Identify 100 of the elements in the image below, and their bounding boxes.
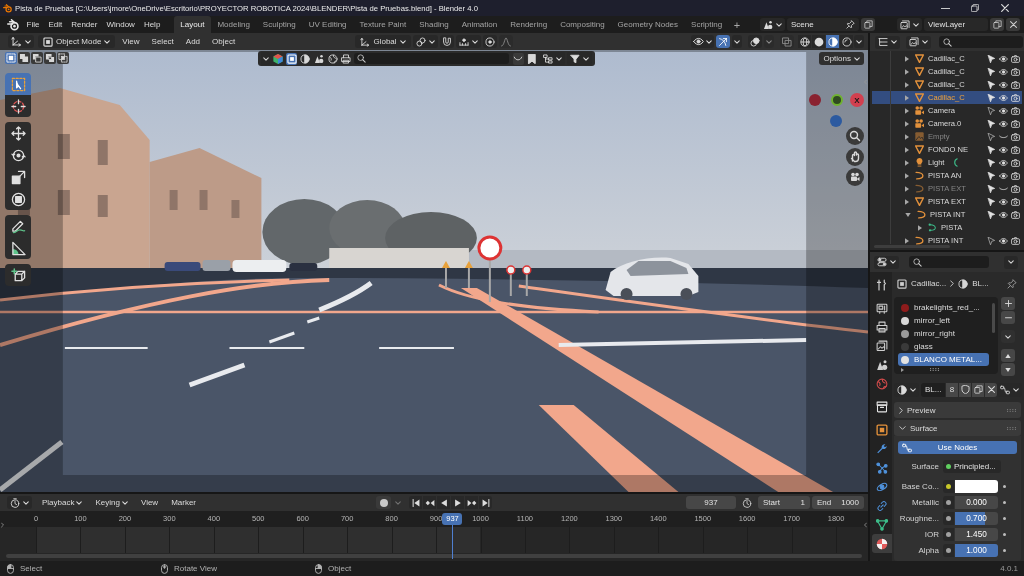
jump-end-button[interactable] [479, 496, 492, 509]
select-mode-button[interactable] [5, 52, 17, 64]
auto-key-toggle[interactable] [376, 496, 391, 509]
unlink-button[interactable] [985, 382, 997, 397]
slot-menu-button[interactable] [1001, 330, 1015, 344]
keyframe-dot-icon[interactable] [1003, 485, 1006, 488]
closed-eye-icon[interactable] [999, 184, 1008, 193]
menu-item[interactable]: Object [207, 35, 241, 48]
proportional-toggle[interactable] [482, 35, 497, 48]
material-name-field[interactable]: BL... [921, 382, 945, 397]
tool-button[interactable] [5, 215, 31, 237]
shading-mode-button[interactable] [840, 35, 853, 48]
orientation-dropdown[interactable]: Global [355, 35, 411, 48]
workspace-tab[interactable]: Scripting [684, 16, 729, 33]
panel-header[interactable]: Surface [894, 420, 1021, 436]
menu-item[interactable]: Edit [43, 20, 67, 29]
camera-icon[interactable] [1011, 184, 1020, 193]
move-down-button[interactable] [1001, 363, 1015, 377]
caret-icon[interactable] [395, 500, 401, 505]
pointer-icon[interactable] [987, 145, 996, 154]
eye-icon[interactable] [999, 210, 1008, 219]
material-slot[interactable]: mirror_right [898, 327, 989, 341]
number-field[interactable]: 0.000 [955, 496, 998, 509]
camera-icon[interactable] [1011, 171, 1020, 180]
material-slot[interactable]: BLANCO METAL... [898, 353, 989, 367]
triangle-right-icon[interactable] [905, 146, 909, 153]
use-nodes-button[interactable]: Use Nodes [898, 441, 1017, 454]
workspace-tab[interactable]: Texture Paint [353, 16, 413, 33]
triangle-right-icon[interactable] [918, 224, 922, 231]
camera-icon[interactable] [1011, 80, 1020, 89]
socket-button[interactable] [943, 480, 954, 493]
triangle-right-icon[interactable] [905, 185, 909, 192]
camera-icon[interactable] [1011, 197, 1020, 206]
filter-toggle[interactable] [285, 52, 298, 65]
socket-button[interactable] [943, 528, 954, 541]
eye-icon[interactable] [999, 158, 1008, 167]
axis-ring-icon[interactable] [831, 94, 843, 106]
workspace-tab[interactable]: Layout [173, 16, 211, 33]
fake-user-button[interactable] [959, 382, 971, 397]
pointer-icon[interactable] [987, 54, 996, 63]
hand-icon[interactable] [846, 148, 864, 166]
keyframe-dot-icon[interactable] [1003, 549, 1006, 552]
menu-item[interactable]: Help [139, 20, 165, 29]
eye-icon[interactable] [999, 197, 1008, 206]
number-field[interactable]: 1.450 [955, 528, 998, 541]
next-keyframe-button[interactable] [465, 496, 478, 509]
triangle-down-icon[interactable] [905, 212, 911, 217]
filter-dropdown[interactable] [566, 52, 592, 65]
remove-view-layer-button[interactable] [1006, 18, 1020, 31]
camera-icon[interactable] [1011, 54, 1020, 63]
filter-toggle[interactable] [272, 52, 284, 65]
camera-icon[interactable] [1011, 158, 1020, 167]
number-field[interactable]: 1.000 [955, 544, 998, 557]
pointer-icon[interactable] [987, 80, 996, 89]
camera-icon[interactable] [1011, 93, 1020, 102]
search-field[interactable] [909, 256, 989, 268]
panel-header[interactable]: Preview [894, 402, 1021, 418]
pointer-icon[interactable] [987, 210, 996, 219]
triangle-right-icon[interactable] [901, 368, 904, 372]
play-button[interactable] [451, 496, 464, 509]
shading-dropdown[interactable] [854, 35, 864, 48]
menu-item[interactable]: Add [180, 35, 206, 48]
gizmo-dropdown[interactable] [732, 35, 742, 48]
view-layer-browse-button[interactable] [897, 18, 922, 31]
pointer-icon[interactable] [987, 158, 996, 167]
play-reverse-button[interactable] [437, 496, 450, 509]
eye-icon[interactable] [999, 80, 1008, 89]
add-workspace-button[interactable]: + [728, 16, 746, 33]
pointer-icon[interactable] [987, 119, 996, 128]
camera-icon[interactable] [1011, 236, 1020, 245]
search-field[interactable] [939, 36, 1023, 48]
scene-field[interactable]: Scene [787, 18, 859, 31]
pin-icon[interactable] [1007, 278, 1017, 289]
scene-browse-button[interactable] [760, 18, 785, 31]
duplicate-button[interactable] [972, 382, 984, 397]
keyframe-dot-icon[interactable] [1003, 501, 1006, 504]
triangle-right-icon[interactable] [905, 94, 909, 101]
curve-toggle[interactable] [512, 52, 525, 65]
menu-item[interactable]: Select [146, 35, 179, 48]
movie-camera-icon[interactable] [846, 168, 864, 186]
user-count-button[interactable]: 8 [946, 382, 958, 397]
snap-target-dropdown[interactable] [455, 35, 481, 48]
grip-icon[interactable] [930, 368, 939, 372]
axis-dot-icon[interactable] [830, 115, 842, 127]
workspace-tab[interactable]: Rendering [503, 16, 554, 33]
xray-toggle[interactable] [780, 35, 794, 48]
shader-dropdown[interactable]: Principled... [943, 460, 1001, 473]
workspace-tab[interactable]: Modeling [210, 16, 257, 33]
shading-mode-button[interactable] [798, 35, 811, 48]
material-slot[interactable]: mirror_left [898, 314, 989, 328]
display-mode-dropdown[interactable] [906, 35, 931, 49]
menu-item[interactable]: View [117, 35, 145, 48]
shading-mode-button[interactable] [812, 35, 825, 48]
triangle-right-icon[interactable] [905, 68, 909, 75]
editor-type-button[interactable] [8, 35, 34, 48]
previous-keyframe-button[interactable] [423, 496, 436, 509]
filter-toggle[interactable] [299, 52, 312, 65]
triangle-right-icon[interactable] [905, 159, 909, 166]
triangle-right-icon[interactable] [905, 55, 909, 62]
hierarchy-dropdown[interactable] [539, 52, 565, 65]
